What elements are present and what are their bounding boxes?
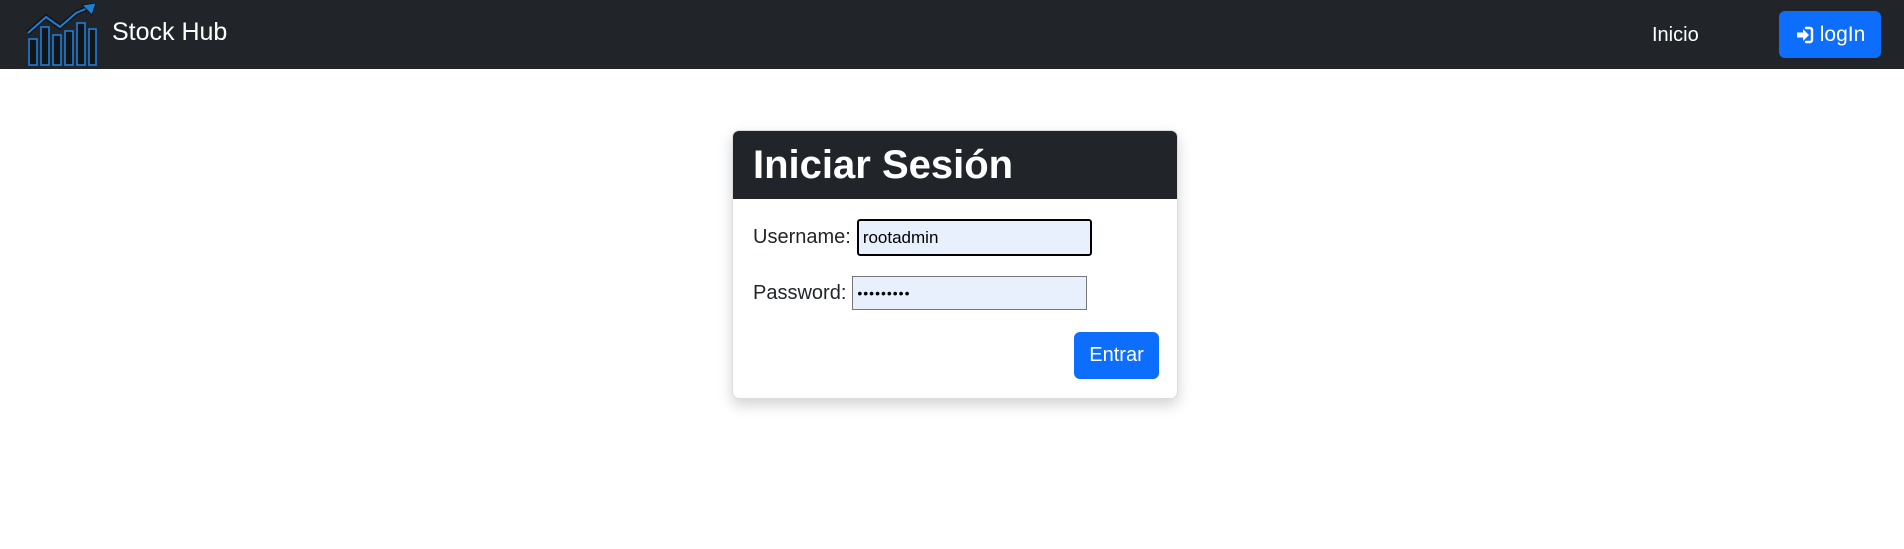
sign-in-icon	[1796, 26, 1813, 43]
brand-link[interactable]: Stock Hub	[26, 3, 227, 67]
nav-link-inicio[interactable]: Inicio	[1652, 22, 1699, 48]
login-button[interactable]: logIn	[1779, 11, 1881, 58]
login-button-label: logIn	[1819, 22, 1866, 46]
navbar: Stock Hub Inicio logIn	[0, 0, 1904, 69]
rising-chart-logo-icon	[26, 3, 97, 66]
username-input[interactable]: rootadmin	[855, 218, 1093, 257]
username-label: Username:	[753, 226, 851, 248]
login-card: Iniciar Sesión Username: rootadmin Passw…	[732, 130, 1178, 399]
entrar-button[interactable]: Entrar	[1074, 332, 1159, 379]
password-label: Password:	[753, 281, 847, 304]
username-row: Username: rootadmin	[753, 218, 1093, 257]
login-card-title: Iniciar Sesión	[733, 131, 1177, 199]
brand-name: Stock Hub	[112, 18, 228, 46]
password-input[interactable]: •••••••••	[852, 276, 1088, 310]
password-row: Password: •••••••••	[753, 276, 1088, 310]
